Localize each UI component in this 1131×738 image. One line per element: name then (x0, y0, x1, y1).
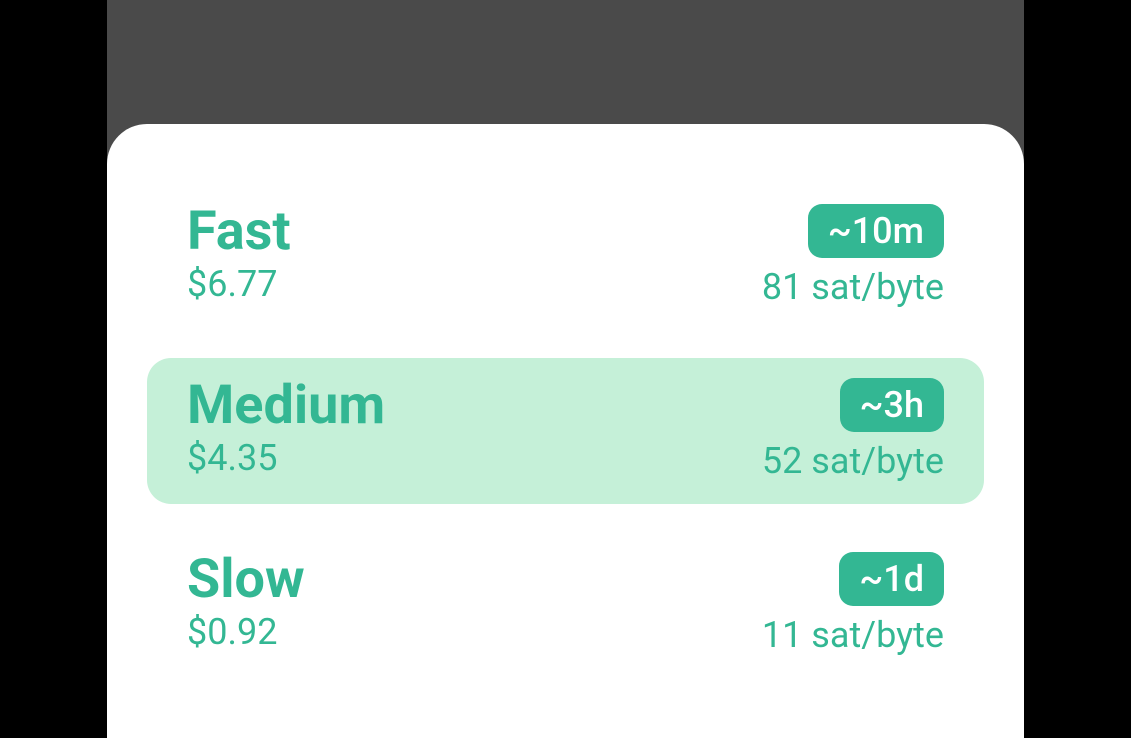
fee-cost: $6.77 (187, 263, 277, 305)
fee-rate: 11 sat/byte (762, 614, 944, 656)
fee-time-badge: ~10m (808, 204, 944, 258)
fee-option-right: ~3h 52 sat/byte (762, 378, 944, 482)
fee-option-left: Medium $4.35 (187, 378, 385, 479)
fee-speed-label: Fast (187, 204, 291, 261)
fee-option-right: ~10m 81 sat/byte (762, 204, 944, 308)
fee-option-medium[interactable]: Medium $4.35 ~3h 52 sat/byte (147, 358, 984, 504)
fee-rate: 81 sat/byte (762, 266, 944, 308)
fee-time-badge: ~1d (839, 552, 944, 606)
fee-option-left: Fast $6.77 (187, 204, 291, 305)
fee-option-right: ~1d 11 sat/byte (762, 552, 944, 656)
fee-speed-label: Medium (187, 378, 385, 435)
fee-cost: $4.35 (187, 437, 277, 479)
fee-selection-sheet: Fast $6.77 ~10m 81 sat/byte Medium $4.35… (107, 124, 1024, 738)
fee-option-left: Slow $0.92 (187, 552, 305, 653)
fee-cost: $0.92 (187, 611, 277, 653)
fee-rate: 52 sat/byte (762, 440, 944, 482)
modal-backdrop: Fast $6.77 ~10m 81 sat/byte Medium $4.35… (107, 0, 1024, 738)
fee-option-fast[interactable]: Fast $6.77 ~10m 81 sat/byte (147, 184, 984, 330)
fee-speed-label: Slow (187, 552, 305, 609)
fee-option-slow[interactable]: Slow $0.92 ~1d 11 sat/byte (147, 532, 984, 678)
fee-time-badge: ~3h (840, 378, 944, 432)
